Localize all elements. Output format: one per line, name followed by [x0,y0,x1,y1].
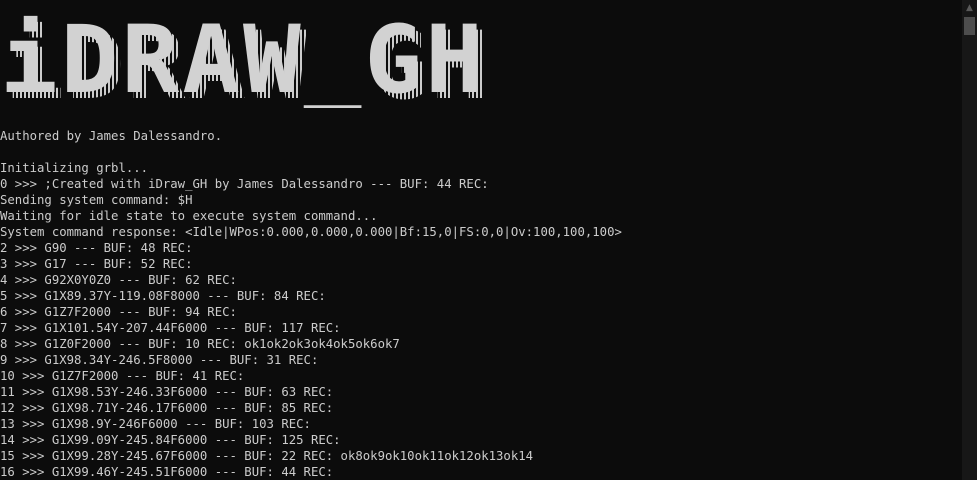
ascii-banner: iDRAW_GH iDRAW_GH [0,12,489,108]
console-viewport: iDRAW_GH iDRAW_GH Authored by James Dale… [0,0,962,480]
console-line: 14 >>> G1X99.09Y-245.84F6000 --- BUF: 12… [0,433,341,447]
console-line: 2 >>> G90 --- BUF: 48 REC: [0,241,193,255]
console-line: Waiting for idle state to execute system… [0,209,378,223]
console-line: Authored by James Dalessandro. [0,129,223,143]
console-line: 11 >>> G1X98.53Y-246.33F6000 --- BUF: 63… [0,385,334,399]
console-line: 8 >>> G1Z0F2000 --- BUF: 10 REC: ok1ok2o… [0,337,400,351]
console-line: 4 >>> G92X0Y0Z0 --- BUF: 62 REC: [0,273,237,287]
console-line: 0 >>> ;Created with iDraw_GH by James Da… [0,177,489,191]
console-line: 5 >>> G1X89.37Y-119.08F8000 --- BUF: 84 … [0,289,326,303]
console-line: 15 >>> G1X99.28Y-245.67F6000 --- BUF: 22… [0,449,534,463]
console-window: iDRAW_GH iDRAW_GH Authored by James Dale… [0,0,977,480]
console-line: 3 >>> G17 --- BUF: 52 REC: [0,257,193,271]
console-line: 6 >>> G1Z7F2000 --- BUF: 94 REC: [0,305,237,319]
scroll-up-arrow-icon[interactable]: ▲ [962,0,977,17]
scroll-thumb[interactable] [964,17,975,35]
vertical-scrollbar[interactable]: ▲ [962,0,977,480]
console-line: 7 >>> G1X101.54Y-207.44F6000 --- BUF: 11… [0,321,341,335]
console-line: 9 >>> G1X98.34Y-246.5F8000 --- BUF: 31 R… [0,353,319,367]
console-line: Initializing grbl... [0,161,149,175]
console-line: 16 >>> G1X99.46Y-245.51F6000 --- BUF: 44… [0,465,334,479]
console-output: Authored by James Dalessandro. Initializi… [0,128,962,480]
console-line: System command response: <Idle|WPos:0.00… [0,225,622,239]
console-line: Sending system command: $H [0,193,193,207]
console-line: 12 >>> G1X98.71Y-246.17F6000 --- BUF: 85… [0,401,334,415]
banner-title: iDRAW_GH [0,12,486,108]
console-line: 13 >>> G1X98.9Y-246F6000 --- BUF: 103 RE… [0,417,311,431]
console-line: 10 >>> G1Z7F2000 --- BUF: 41 REC: [0,369,245,383]
